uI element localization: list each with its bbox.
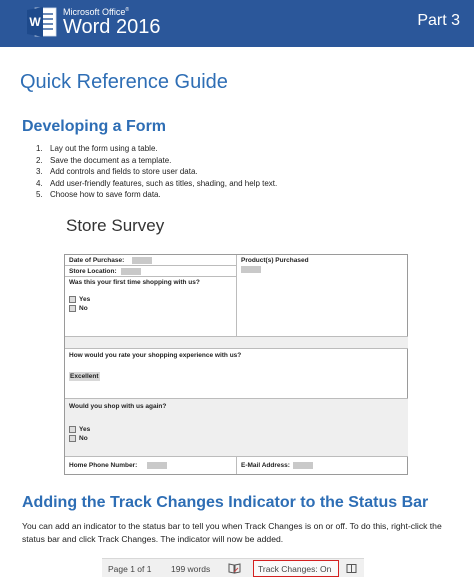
page-count[interactable]: Page 1 of 1 (108, 564, 151, 574)
again-yes-checkbox[interactable] (69, 426, 76, 433)
steps-list: 1. Lay out the form using a table. 2. Save… (36, 143, 277, 201)
list-item: 3. Add controls and fields to store user … (36, 167, 198, 176)
read-mode-icon[interactable] (346, 563, 357, 574)
store-row: Store Location: (65, 266, 237, 277)
list-item: 2. Save the document as a template. (36, 155, 172, 165)
email-field[interactable] (293, 462, 313, 469)
header-banner: W Microsoft Office® Word 2016 Part 3 (0, 0, 474, 47)
store-survey-form-image: Store Survey Date of Purchase: Store Loc… (64, 212, 408, 477)
form-table: Date of Purchase: Store Location: Was th… (64, 254, 408, 475)
phone-field[interactable] (147, 462, 167, 469)
word-logo-icon: W (27, 7, 57, 37)
no-checkbox[interactable] (69, 305, 76, 312)
list-item: 1. Lay out the form using a table. (36, 144, 158, 153)
proofing-book-icon[interactable] (228, 563, 241, 574)
email-row: E-Mail Address: (237, 457, 408, 474)
section-heading-form: Developing a Form (22, 118, 167, 135)
body-paragraph: You can add an indicator to the status b… (22, 521, 442, 544)
rating-dropdown[interactable]: Excellent (69, 372, 100, 381)
list-item: 4. Add user-friendly features, such as ti… (36, 178, 278, 188)
part-label: Part 3 (417, 12, 460, 29)
again-row: Would you shop with us again? Yes No (65, 399, 408, 457)
form-spacer-row (65, 337, 408, 349)
rating-row: How would you rate your shopping experie… (65, 349, 408, 399)
products-field[interactable] (241, 266, 261, 273)
status-bar[interactable]: Page 1 of 1 199 words Track Changes: On (102, 558, 364, 577)
date-row: Date of Purchase: (65, 255, 237, 266)
brand-title: Word 2016 (63, 16, 161, 38)
phone-row: Home Phone Number: (65, 457, 237, 474)
section-heading-track-changes: Adding the Track Changes Indicator to th… (22, 494, 429, 511)
page-title: Quick Reference Guide (20, 71, 228, 93)
list-item: 5. Choose how to save form data. (36, 190, 161, 199)
products-cell: Product(s) Purchased (237, 255, 408, 337)
form-title: Store Survey (66, 216, 165, 235)
again-no-checkbox[interactable] (69, 435, 76, 442)
date-field[interactable] (132, 257, 152, 264)
track-changes-indicator[interactable]: Track Changes: On (253, 560, 339, 577)
word-count[interactable]: 199 words (171, 564, 210, 574)
store-field[interactable] (121, 268, 141, 275)
yes-checkbox[interactable] (69, 296, 76, 303)
first-time-row: Was this your first time shopping with u… (65, 277, 237, 337)
logo-letter: W (29, 15, 41, 29)
